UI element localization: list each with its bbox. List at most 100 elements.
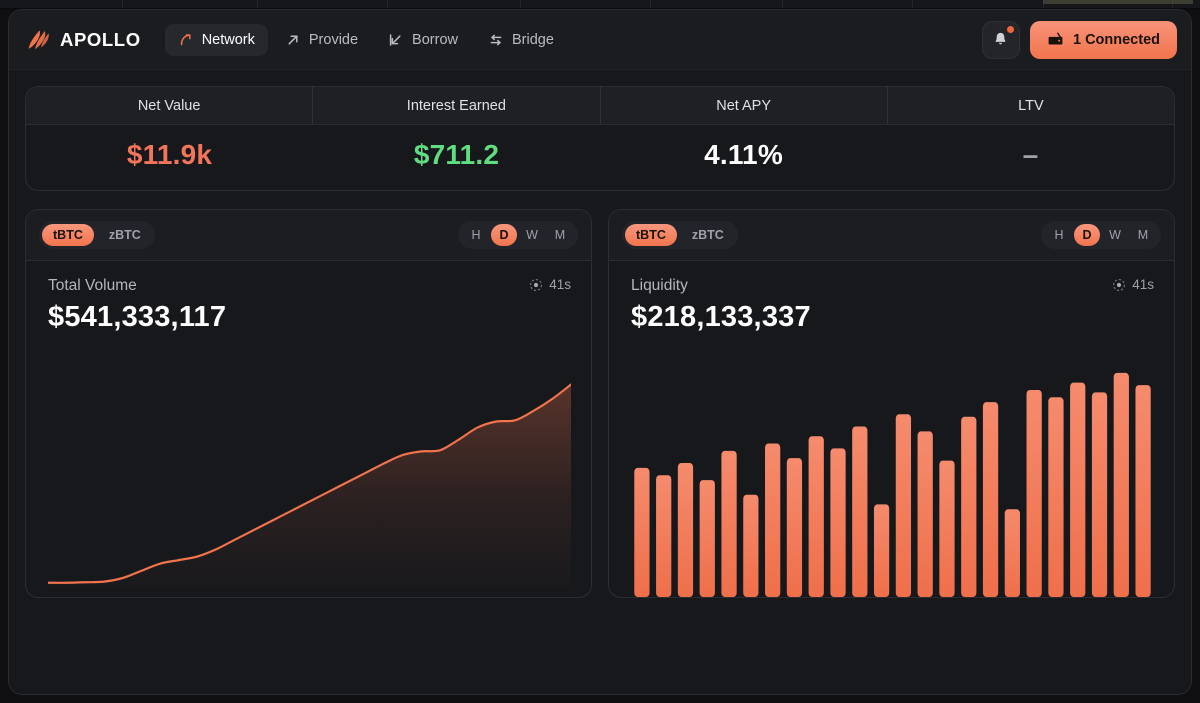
nav-item-label: Provide — [308, 31, 359, 48]
brand[interactable]: APOLLO — [25, 27, 141, 53]
range-day[interactable]: D — [491, 224, 517, 246]
tab-divider — [912, 0, 913, 8]
bar[interactable] — [1091, 392, 1108, 597]
bar[interactable] — [895, 414, 912, 597]
total-volume-plot — [48, 344, 571, 597]
refresh-timer-icon — [1113, 278, 1126, 291]
wallet-icon — [1048, 32, 1063, 45]
app-window: APOLLO Network Provide Borrow Bridge 1 C… — [8, 9, 1192, 695]
nav-item-label: Borrow — [412, 31, 458, 48]
bar[interactable] — [765, 443, 781, 597]
bar[interactable] — [699, 480, 715, 597]
bar[interactable] — [808, 436, 824, 597]
nav-item-label: Bridge — [511, 31, 554, 48]
asset-pill-zbtc[interactable]: zBTC — [681, 224, 735, 246]
tab-divider — [257, 0, 258, 8]
total-volume-label: Total Volume — [48, 277, 137, 294]
stat-header-interest-earned: Interest Earned — [313, 87, 601, 124]
tab-divider — [782, 0, 783, 8]
stat-value-interest-earned: $711.2 — [413, 139, 500, 170]
bar[interactable] — [830, 448, 846, 597]
bar[interactable] — [743, 494, 759, 597]
bar[interactable] — [1113, 372, 1129, 597]
bar[interactable] — [786, 458, 803, 597]
brand-name: APOLLO — [60, 28, 141, 50]
bar[interactable] — [939, 460, 955, 597]
stat-value-net-apy: 4.11% — [704, 139, 783, 170]
bar[interactable] — [961, 416, 977, 597]
portfolio-summary-header: Net Value Interest Earned Net APY LTV — [26, 87, 1174, 125]
asset-pill-zbtc[interactable]: zBTC — [98, 224, 152, 246]
notifications-button[interactable] — [981, 20, 1020, 59]
arrow-down-left-icon — [389, 33, 401, 46]
liquidity-body: Liquidity 41s $218,133,337 — [609, 261, 1174, 597]
tab-divider — [650, 0, 651, 8]
stat-value-net-value: $11.9k — [126, 139, 213, 170]
bar-chart-svg — [634, 372, 1151, 597]
bar[interactable] — [852, 426, 868, 597]
main-nav: Network Provide Borrow Bridge — [164, 23, 567, 56]
liquidity-plot — [631, 344, 1154, 597]
bar[interactable] — [982, 402, 999, 597]
bar[interactable] — [1135, 385, 1151, 597]
nav-item-bridge[interactable]: Bridge — [475, 24, 567, 56]
stat-header-net-apy: Net APY — [601, 87, 888, 124]
asset-pill-tbtc[interactable]: tBTC — [625, 224, 677, 246]
range-hour[interactable]: H — [463, 224, 489, 246]
wallet-connected-button[interactable]: 1 Connected — [1029, 20, 1177, 59]
portfolio-summary: Net Value Interest Earned Net APY LTV $1… — [25, 86, 1175, 191]
header-actions: 1 Connected — [981, 20, 1177, 59]
liquidity-toolbar: tBTC zBTC H D W M — [609, 210, 1174, 261]
refresh-timer-volume[interactable]: 41s — [529, 277, 571, 292]
range-toggle-volume: H D W M — [458, 221, 578, 249]
charts-row: tBTC zBTC H D W M Total Volume 41s $541,… — [25, 209, 1175, 598]
refresh-timer-text: 41s — [549, 277, 571, 292]
bar[interactable] — [1026, 389, 1042, 597]
bar[interactable] — [873, 504, 890, 597]
range-hour[interactable]: H — [1046, 224, 1072, 246]
notification-badge-dot — [1006, 25, 1014, 33]
total-volume-meta: Total Volume 41s — [48, 277, 571, 295]
tab-divider — [520, 0, 521, 8]
app-header: APOLLO Network Provide Borrow Bridge 1 C… — [9, 10, 1191, 70]
range-week[interactable]: W — [519, 224, 545, 246]
tab-divider — [122, 0, 123, 8]
main-content: Net Value Interest Earned Net APY LTV $1… — [9, 70, 1191, 598]
bar[interactable] — [677, 463, 694, 597]
refresh-timer-liquidity[interactable]: 41s — [1112, 277, 1154, 292]
range-month[interactable]: M — [547, 224, 573, 246]
range-day[interactable]: D — [1074, 224, 1100, 246]
refresh-timer-icon — [530, 278, 543, 291]
wallet-label: 1 Connected — [1072, 31, 1160, 48]
bar[interactable] — [721, 450, 737, 597]
nav-item-borrow[interactable]: Borrow — [375, 24, 471, 56]
total-volume-value: $541,333,117 — [48, 301, 227, 333]
bar[interactable] — [1070, 382, 1086, 597]
bar[interactable] — [1004, 509, 1020, 597]
range-week[interactable]: W — [1102, 224, 1128, 246]
stat-value-ltv: – — [1022, 139, 1039, 170]
apollo-flame-logo-icon — [28, 29, 49, 49]
total-volume-body: Total Volume 41s $541,333,117 — [26, 261, 591, 597]
liquidity-value: $218,133,337 — [631, 301, 811, 333]
bar[interactable] — [634, 467, 650, 597]
range-month[interactable]: M — [1130, 224, 1156, 246]
area-chart-svg — [48, 383, 571, 597]
liquidity-card: tBTC zBTC H D W M Liquidity 41s $218,133… — [608, 209, 1175, 598]
stat-header-ltv: LTV — [1018, 98, 1044, 114]
range-toggle-liquidity: H D W M — [1041, 221, 1161, 249]
total-volume-card: tBTC zBTC H D W M Total Volume 41s $541,… — [25, 209, 592, 598]
liquidity-meta: Liquidity 41s — [631, 277, 1154, 295]
nav-item-provide[interactable]: Provide — [272, 24, 371, 56]
bar[interactable] — [917, 431, 933, 597]
network-arrow-icon — [180, 33, 191, 45]
bar[interactable] — [656, 475, 672, 597]
asset-toggle-liquidity: tBTC zBTC — [622, 221, 738, 249]
swap-arrows-icon — [490, 34, 502, 45]
asset-pill-tbtc[interactable]: tBTC — [42, 224, 94, 246]
nav-item-label: Network — [201, 31, 255, 48]
bar[interactable] — [1048, 397, 1064, 597]
stat-header-net-value: Net Value — [26, 87, 314, 124]
arrow-up-right-icon — [288, 34, 298, 45]
nav-item-network[interactable]: Network — [164, 23, 268, 56]
